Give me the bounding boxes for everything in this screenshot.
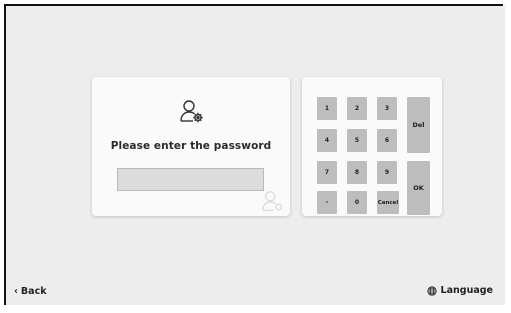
password-prompt: Please enter the password	[110, 140, 272, 152]
user-settings-icon	[178, 97, 206, 125]
key-0[interactable]: 0	[347, 191, 367, 214]
key-8[interactable]: 8	[347, 161, 367, 184]
key-dash[interactable]: -	[317, 191, 337, 214]
key-1[interactable]: 1	[317, 97, 337, 120]
globe-icon	[426, 285, 437, 296]
key-6[interactable]: 6	[377, 129, 397, 152]
back-button[interactable]: ‹ Back	[14, 286, 47, 297]
key-7[interactable]: 7	[317, 161, 337, 184]
key-3[interactable]: 3	[377, 97, 397, 120]
language-label: Language	[440, 285, 493, 296]
key-4[interactable]: 4	[317, 129, 337, 152]
key-cancel[interactable]: Cancel	[377, 191, 399, 214]
key-del[interactable]: Del	[407, 97, 430, 153]
key-5[interactable]: 5	[347, 129, 367, 152]
chevron-left-icon: ‹	[14, 286, 18, 297]
back-label: Back	[20, 286, 47, 297]
keypad-panel: 1 2 3 Del 4 5 6 7 8 9 OK - 0 Cancel	[302, 77, 442, 216]
language-button[interactable]: Language	[426, 285, 493, 296]
key-9[interactable]: 9	[377, 161, 397, 184]
password-panel: Please enter the password	[92, 77, 290, 216]
password-input[interactable]	[117, 168, 264, 191]
key-ok[interactable]: OK	[407, 161, 430, 215]
key-2[interactable]: 2	[347, 97, 367, 120]
user-settings-watermark-icon	[260, 188, 286, 214]
